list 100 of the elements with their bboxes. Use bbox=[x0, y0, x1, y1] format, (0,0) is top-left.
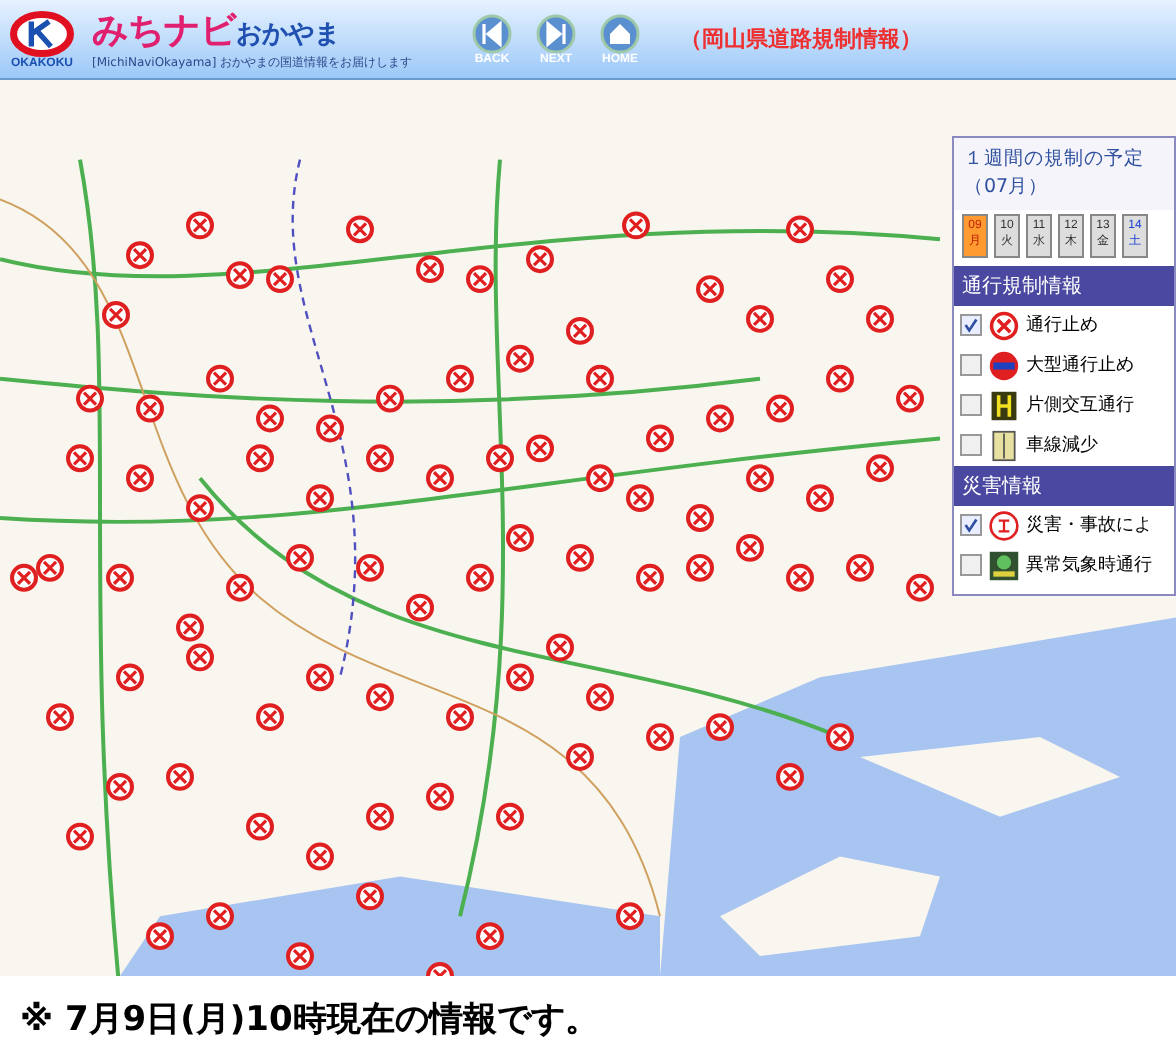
closure-icon[interactable] bbox=[746, 305, 774, 333]
closure-icon[interactable] bbox=[826, 265, 854, 294]
closure-icon[interactable] bbox=[646, 424, 674, 453]
closure-icon[interactable] bbox=[806, 484, 834, 513]
closure-icon[interactable] bbox=[66, 822, 94, 851]
closure-icon[interactable] bbox=[286, 942, 314, 971]
closure-icon[interactable] bbox=[286, 543, 314, 572]
checkbox[interactable] bbox=[960, 314, 982, 337]
closure-icon[interactable] bbox=[776, 762, 804, 791]
closure-icon[interactable] bbox=[256, 404, 284, 433]
closure-icon[interactable] bbox=[746, 464, 774, 493]
closure-icon[interactable] bbox=[376, 384, 404, 413]
closure-icon[interactable] bbox=[696, 275, 724, 303]
closure-icon[interactable] bbox=[826, 723, 854, 751]
closure-icon[interactable] bbox=[866, 454, 894, 483]
closure-icon[interactable] bbox=[186, 211, 214, 240]
closure-icon[interactable] bbox=[366, 683, 394, 712]
closure-icon[interactable] bbox=[896, 384, 924, 413]
closure-icon[interactable] bbox=[466, 563, 494, 592]
checkbox[interactable] bbox=[960, 554, 982, 577]
closure-icon[interactable] bbox=[76, 384, 104, 413]
closure-icon[interactable] bbox=[206, 364, 234, 393]
closure-icon[interactable] bbox=[66, 444, 94, 473]
closure-icon[interactable] bbox=[306, 663, 334, 692]
closure-icon[interactable] bbox=[346, 215, 374, 244]
closure-icon[interactable] bbox=[186, 643, 214, 672]
closure-icon[interactable] bbox=[686, 553, 714, 582]
closure-icon[interactable] bbox=[566, 316, 594, 345]
closure-icon[interactable] bbox=[126, 464, 154, 493]
closure-icon[interactable] bbox=[126, 241, 154, 270]
checkbox[interactable] bbox=[960, 354, 982, 377]
closure-icon[interactable] bbox=[366, 802, 394, 831]
closure-icon[interactable] bbox=[686, 504, 714, 532]
closure-icon[interactable] bbox=[506, 344, 534, 373]
closure-icon[interactable] bbox=[46, 703, 74, 732]
closure-icon[interactable] bbox=[102, 301, 130, 329]
closure-icon[interactable] bbox=[136, 394, 164, 423]
closure-icon[interactable] bbox=[526, 245, 554, 274]
closure-icon[interactable] bbox=[246, 812, 274, 841]
closure-icon[interactable] bbox=[826, 364, 854, 393]
closure-icon[interactable] bbox=[506, 524, 534, 552]
closure-icon[interactable] bbox=[10, 563, 38, 592]
closure-icon[interactable] bbox=[316, 414, 344, 443]
closure-icon[interactable] bbox=[586, 464, 614, 493]
closure-icon[interactable] bbox=[546, 633, 574, 662]
closure-icon[interactable] bbox=[226, 573, 254, 602]
closure-icon[interactable] bbox=[146, 922, 174, 951]
closure-icon[interactable] bbox=[496, 802, 524, 831]
checkbox[interactable] bbox=[960, 514, 982, 537]
closure-icon[interactable] bbox=[426, 782, 454, 811]
closure-icon[interactable] bbox=[366, 444, 394, 473]
closure-icon[interactable] bbox=[622, 211, 650, 240]
closure-icon[interactable] bbox=[186, 494, 214, 523]
closure-icon[interactable] bbox=[526, 434, 554, 463]
checkbox[interactable] bbox=[960, 434, 982, 457]
closure-icon[interactable] bbox=[586, 683, 614, 712]
closure-icon[interactable] bbox=[786, 563, 814, 592]
closure-icon[interactable] bbox=[616, 902, 644, 931]
closure-icon[interactable] bbox=[446, 703, 474, 732]
closure-icon[interactable] bbox=[506, 663, 534, 692]
closure-icon[interactable] bbox=[446, 364, 474, 393]
closure-icon[interactable] bbox=[566, 543, 594, 572]
closure-icon[interactable] bbox=[166, 762, 194, 791]
closure-icon[interactable] bbox=[266, 265, 294, 294]
closure-icon[interactable] bbox=[906, 573, 934, 602]
closure-icon[interactable] bbox=[246, 444, 274, 473]
closure-icon[interactable] bbox=[586, 364, 614, 393]
checkbox[interactable] bbox=[960, 394, 982, 417]
closure-icon[interactable] bbox=[116, 663, 144, 692]
closure-icon[interactable] bbox=[626, 484, 654, 513]
closure-icon[interactable] bbox=[766, 394, 794, 423]
closure-icon[interactable] bbox=[356, 882, 384, 911]
closure-icon[interactable] bbox=[846, 553, 874, 582]
closure-icon[interactable] bbox=[306, 842, 334, 871]
closure-icon[interactable] bbox=[416, 255, 444, 284]
closure-icon[interactable] bbox=[866, 305, 894, 333]
closure-icon[interactable] bbox=[176, 613, 204, 642]
closure-icon[interactable] bbox=[206, 902, 234, 931]
closure-icon[interactable] bbox=[736, 533, 764, 562]
closure-icon[interactable] bbox=[426, 962, 454, 976]
closure-icon[interactable] bbox=[106, 772, 134, 801]
closure-icon[interactable] bbox=[706, 404, 734, 433]
closure-icon[interactable] bbox=[106, 563, 134, 592]
closure-icon[interactable] bbox=[706, 713, 734, 742]
closure-icon[interactable] bbox=[426, 464, 454, 493]
closure-icon[interactable] bbox=[356, 553, 384, 582]
closure-icon[interactable] bbox=[646, 723, 674, 751]
closure-icon bbox=[988, 309, 1020, 342]
closure-icon[interactable] bbox=[256, 703, 284, 732]
closure-icon[interactable] bbox=[466, 265, 494, 294]
closure-icon[interactable] bbox=[636, 563, 664, 592]
closure-icon[interactable] bbox=[476, 922, 504, 951]
closure-icon[interactable] bbox=[486, 444, 514, 473]
closure-icon[interactable] bbox=[306, 484, 334, 513]
closure-icon[interactable] bbox=[566, 743, 594, 771]
update-notice: ※ 7月9日(月)10時現在の情報です。 bbox=[18, 998, 601, 1042]
closure-icon[interactable] bbox=[36, 553, 64, 582]
closure-icon[interactable] bbox=[226, 261, 254, 290]
closure-icon[interactable] bbox=[786, 215, 814, 244]
closure-icon[interactable] bbox=[406, 593, 434, 622]
